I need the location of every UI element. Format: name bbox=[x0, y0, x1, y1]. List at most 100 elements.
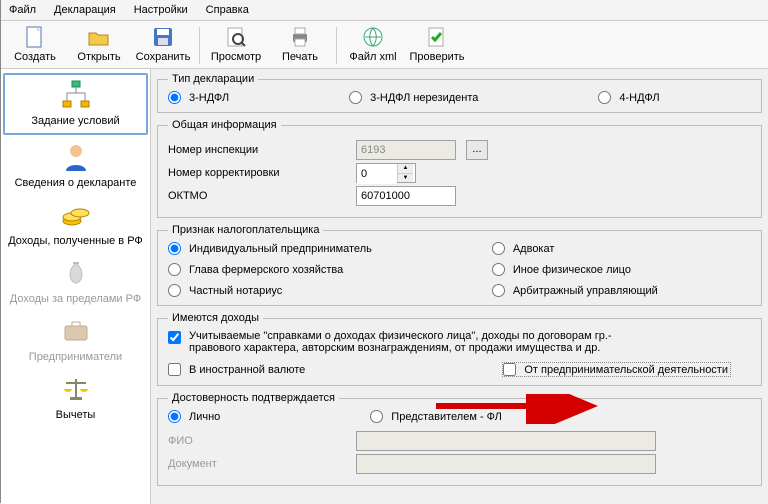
scales-icon bbox=[60, 373, 92, 405]
radio-other[interactable]: Иное физическое лицо bbox=[492, 263, 658, 276]
legend-income: Имеются доходы bbox=[168, 312, 263, 324]
sidebar-item-income-abroad[interactable]: Доходы за пределами РФ bbox=[1, 253, 150, 311]
radio-input[interactable] bbox=[370, 410, 383, 423]
menu-declaration[interactable]: Декларация bbox=[48, 2, 122, 18]
xml-icon bbox=[361, 25, 385, 49]
tree-icon bbox=[60, 79, 92, 111]
tool-print-label: Печать bbox=[282, 51, 318, 63]
sidebar-item-label: Вычеты bbox=[56, 409, 96, 421]
input-correction[interactable] bbox=[357, 164, 397, 184]
print-icon bbox=[288, 25, 312, 49]
radio-4ndfl[interactable]: 4-НДФЛ bbox=[598, 91, 659, 104]
radio-input[interactable] bbox=[168, 242, 181, 255]
menu-help[interactable]: Справка bbox=[200, 2, 255, 18]
briefcase-icon bbox=[60, 315, 92, 347]
sidebar: Задание условий Сведения о декларанте До… bbox=[1, 69, 151, 504]
lookup-inspection-button[interactable]: ... bbox=[466, 140, 488, 160]
sidebar-item-label: Предприниматели bbox=[29, 351, 122, 363]
sidebar-item-entrepreneurs[interactable]: Предприниматели bbox=[1, 311, 150, 369]
group-confirmation: Достоверность подтверждается Лично Предс… bbox=[157, 392, 762, 486]
radio-input[interactable] bbox=[168, 263, 181, 276]
tool-preview-label: Просмотр bbox=[211, 51, 261, 63]
legend-decl-type: Тип декларации bbox=[168, 73, 258, 85]
group-declaration-type: Тип декларации 3-НДФЛ 3-НДФЛ нерезидента… bbox=[157, 73, 762, 113]
tool-preview[interactable]: Просмотр bbox=[204, 23, 268, 68]
checkbox-input[interactable] bbox=[168, 363, 181, 376]
toolbar-separator bbox=[199, 27, 200, 64]
menu-bar: Файл Декларация Настройки Справка bbox=[1, 0, 768, 21]
radio-label: Лично bbox=[189, 411, 220, 423]
tool-xml-label: Файл xml bbox=[349, 51, 396, 63]
legend-general: Общая информация bbox=[168, 119, 281, 131]
tool-save-label: Сохранить bbox=[136, 51, 191, 63]
tool-open-label: Открыть bbox=[77, 51, 120, 63]
content-panel: Тип декларации 3-НДФЛ 3-НДФЛ нерезидента… bbox=[151, 69, 768, 504]
legend-confirm: Достоверность подтверждается bbox=[168, 392, 339, 404]
spin-up-icon[interactable]: ▲ bbox=[398, 164, 413, 174]
menu-settings[interactable]: Настройки bbox=[128, 2, 194, 18]
radio-input[interactable] bbox=[492, 263, 505, 276]
radio-label: Адвокат bbox=[513, 243, 555, 255]
tool-save[interactable]: Сохранить bbox=[131, 23, 195, 68]
group-income: Имеются доходы Учитываемые "справками о … bbox=[157, 312, 762, 386]
radio-label: 3-НДФЛ нерезидента bbox=[370, 92, 478, 104]
bag-icon bbox=[60, 257, 92, 289]
radio-3ndfl-nonres[interactable]: 3-НДФЛ нерезидента bbox=[349, 91, 478, 104]
radio-advocate[interactable]: Адвокат bbox=[492, 242, 658, 255]
radio-3ndfl-nonres-input[interactable] bbox=[349, 91, 362, 104]
sidebar-item-income-rf[interactable]: Доходы, полученные в РФ bbox=[1, 195, 150, 253]
radio-ip[interactable]: Индивидуальный предприниматель bbox=[168, 242, 372, 255]
radio-input[interactable] bbox=[168, 410, 181, 423]
check-foreign-currency[interactable]: В иностранной валюте bbox=[168, 362, 305, 377]
sidebar-item-declarant[interactable]: Сведения о декларанте bbox=[1, 137, 150, 195]
radio-input[interactable] bbox=[492, 242, 505, 255]
checkbox-input[interactable] bbox=[168, 331, 181, 344]
toolbar: Создать Открыть Сохранить Просмотр Печат… bbox=[1, 21, 768, 69]
radio-farmer[interactable]: Глава фермерского хозяйства bbox=[168, 263, 372, 276]
radio-notary[interactable]: Частный нотариус bbox=[168, 284, 372, 297]
radio-arbitr[interactable]: Арбитражный управляющий bbox=[492, 284, 658, 297]
menu-file[interactable]: Файл bbox=[3, 2, 42, 18]
sidebar-item-label: Доходы за пределами РФ bbox=[10, 293, 141, 305]
radio-input[interactable] bbox=[492, 284, 505, 297]
spin-down-icon[interactable]: ▼ bbox=[398, 174, 413, 183]
save-icon bbox=[151, 25, 175, 49]
group-general-info: Общая информация Номер инспекции ... Ном… bbox=[157, 119, 762, 218]
sidebar-item-deductions[interactable]: Вычеты bbox=[1, 369, 150, 427]
person-icon bbox=[60, 141, 92, 173]
radio-self[interactable]: Лично bbox=[168, 410, 220, 423]
radio-label: 3-НДФЛ bbox=[189, 92, 229, 104]
preview-icon bbox=[224, 25, 248, 49]
radio-label: Индивидуальный предприниматель bbox=[189, 243, 372, 255]
radio-label: Частный нотариус bbox=[189, 285, 282, 297]
label-inspection: Номер инспекции bbox=[168, 144, 348, 156]
checkbox-label: От предпринимательской деятельности bbox=[524, 364, 728, 376]
sidebar-item-label: Сведения о декларанте bbox=[15, 177, 137, 189]
tool-new-label: Создать bbox=[14, 51, 56, 63]
sidebar-item-conditions[interactable]: Задание условий bbox=[3, 73, 148, 135]
radio-label: Глава фермерского хозяйства bbox=[189, 264, 343, 276]
radio-input[interactable] bbox=[168, 284, 181, 297]
checkbox-input[interactable] bbox=[503, 363, 516, 376]
coins-icon bbox=[60, 199, 92, 231]
input-inspection bbox=[356, 140, 456, 160]
sidebar-item-label: Доходы, полученные в РФ bbox=[8, 235, 143, 247]
tool-print[interactable]: Печать bbox=[268, 23, 332, 68]
check-income-standard[interactable]: Учитываемые "справками о доходах физичес… bbox=[168, 330, 751, 354]
spinner-correction[interactable]: ▲ ▼ bbox=[356, 163, 416, 183]
label-doc: Документ bbox=[168, 458, 348, 470]
tool-check[interactable]: Проверить bbox=[405, 23, 469, 68]
tool-check-label: Проверить bbox=[409, 51, 464, 63]
tool-open[interactable]: Открыть bbox=[67, 23, 131, 68]
radio-representative[interactable]: Представителем - ФЛ bbox=[370, 410, 502, 423]
radio-4ndfl-input[interactable] bbox=[598, 91, 611, 104]
group-taxpayer: Признак налогоплательщика Индивидуальный… bbox=[157, 224, 762, 306]
tool-new[interactable]: Создать bbox=[3, 23, 67, 68]
radio-3ndfl[interactable]: 3-НДФЛ bbox=[168, 91, 229, 104]
tool-xml[interactable]: Файл xml bbox=[341, 23, 405, 68]
open-icon bbox=[87, 25, 111, 49]
check-entrepreneur-income[interactable]: От предпринимательской деятельности bbox=[502, 362, 731, 377]
radio-label: Арбитражный управляющий bbox=[513, 285, 658, 297]
radio-3ndfl-input[interactable] bbox=[168, 91, 181, 104]
input-oktmo[interactable] bbox=[356, 186, 456, 206]
